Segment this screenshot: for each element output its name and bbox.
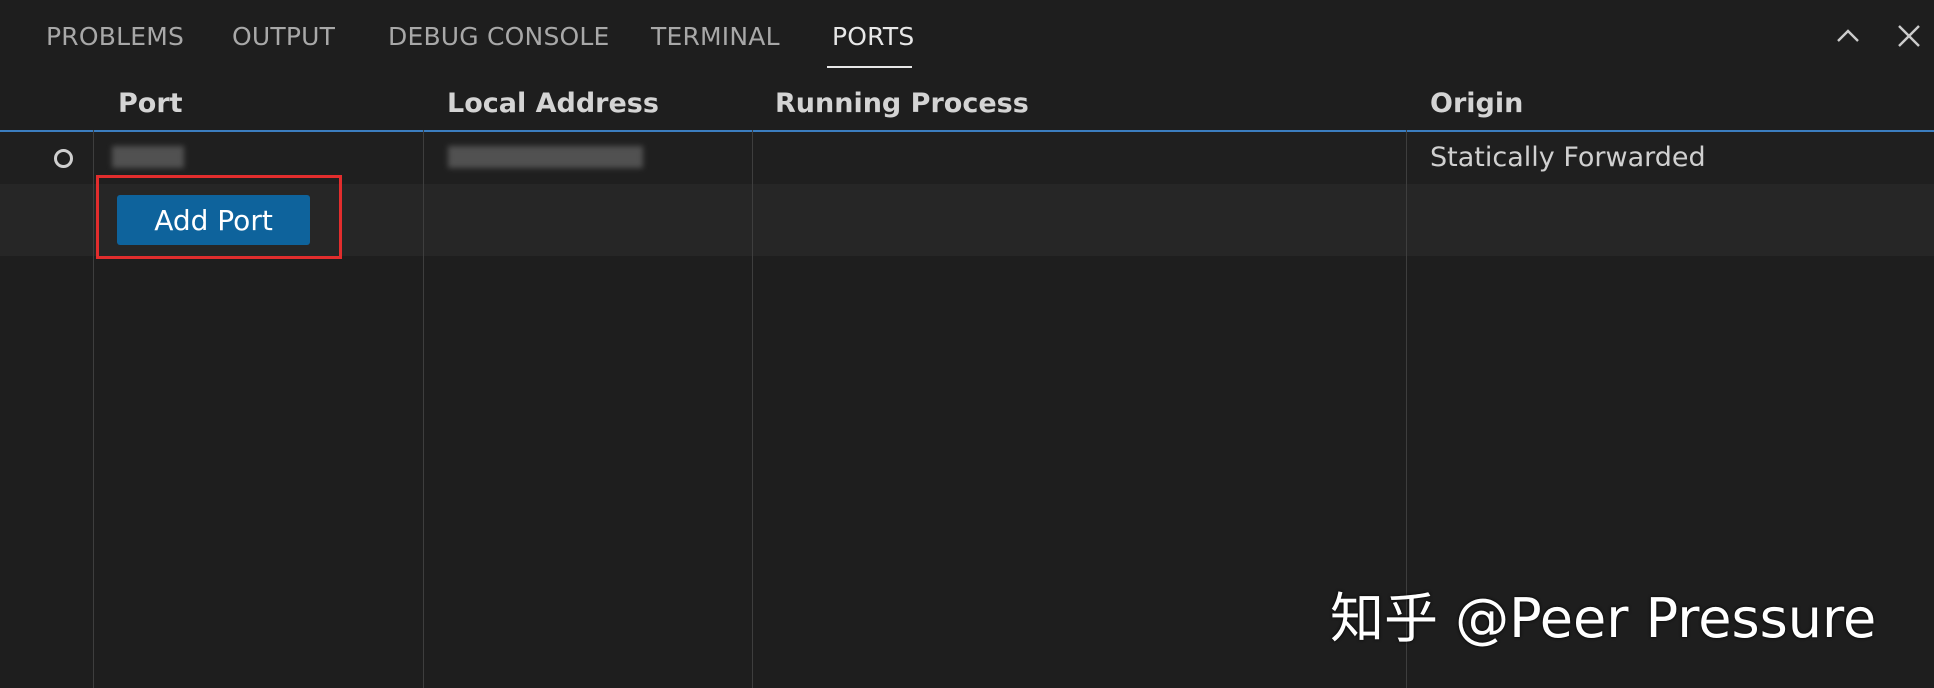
column-divider[interactable] (423, 130, 424, 688)
maximize-panel-button[interactable] (1834, 22, 1862, 50)
ports-table-header: Port Local Address Running Process Origi… (0, 76, 1934, 130)
chevron-up-icon (1837, 29, 1859, 42)
tab-terminal[interactable]: TERMINAL (651, 22, 780, 51)
add-port-button[interactable]: Add Port (117, 195, 310, 245)
watermark: 知乎 @Peer Pressure (1330, 587, 1877, 650)
column-header-local-address[interactable]: Local Address (447, 88, 659, 119)
active-tab-indicator (827, 66, 912, 68)
tab-output[interactable]: OUTPUT (232, 22, 335, 51)
close-icon (1898, 25, 1920, 47)
origin-cell: Statically Forwarded (1430, 142, 1706, 173)
tab-ports[interactable]: PORTS (832, 22, 914, 51)
close-panel-button[interactable] (1895, 22, 1923, 50)
column-divider[interactable] (93, 130, 94, 688)
column-header-port[interactable]: Port (118, 88, 183, 119)
tab-debug-console[interactable]: DEBUG CONSOLE (388, 22, 610, 51)
circle-outline-icon (54, 149, 73, 168)
tab-problems[interactable]: PROBLEMS (46, 22, 184, 51)
panel-tab-bar: PROBLEMS OUTPUT DEBUG CONSOLE TERMINAL P… (0, 0, 1934, 76)
column-header-running-process[interactable]: Running Process (775, 88, 1029, 119)
column-divider[interactable] (752, 130, 753, 688)
column-header-origin[interactable]: Origin (1430, 88, 1523, 119)
